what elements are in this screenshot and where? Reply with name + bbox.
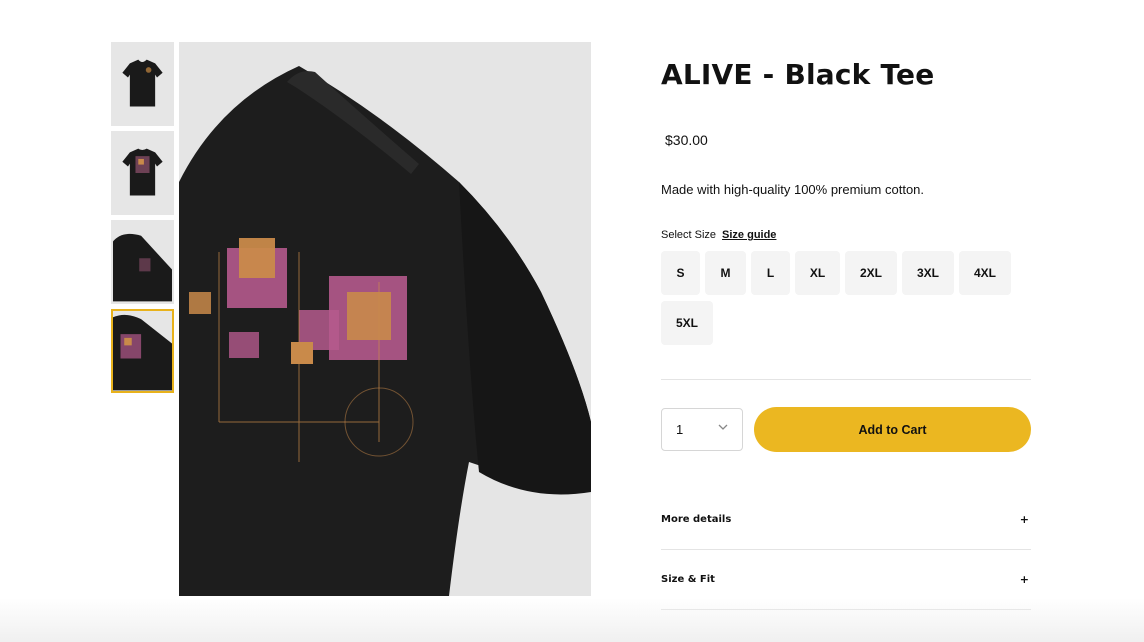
accordion-size-fit[interactable]: Size & Fit + <box>661 573 1031 586</box>
size-option-4xl[interactable]: 4XL <box>959 251 1011 295</box>
size-option-2xl[interactable]: 2XL <box>845 251 897 295</box>
size-option-m[interactable]: M <box>705 251 746 295</box>
tshirt-back-image <box>122 148 163 196</box>
plus-icon: + <box>1019 573 1029 586</box>
size-option-3xl[interactable]: 3XL <box>902 251 954 295</box>
size-guide-link[interactable]: Size guide <box>722 229 776 241</box>
size-option-l[interactable]: L <box>751 251 790 295</box>
thumbnail-back[interactable] <box>111 131 174 215</box>
product-description: Made with high-quality 100% premium cott… <box>661 182 925 197</box>
add-to-cart-button[interactable]: Add to Cart <box>754 407 1031 452</box>
divider <box>661 379 1031 380</box>
chevron-down-icon <box>718 422 728 435</box>
main-product-image <box>179 42 591 596</box>
size-header: Select Size Size guide <box>661 229 776 241</box>
product-price: $30.00 <box>665 132 708 148</box>
thumbnail-detail-selected[interactable] <box>111 309 174 393</box>
size-option-s[interactable]: S <box>661 251 700 295</box>
product-info: ALIVE - Black Tee $30.00 Made with high-… <box>661 58 1031 345</box>
bottom-fade <box>0 598 1144 642</box>
tshirt-front-image <box>122 59 163 107</box>
product-title: ALIVE - Black Tee <box>661 58 935 91</box>
quantity-value: 1 <box>676 422 684 437</box>
divider <box>661 549 1031 550</box>
quantity-select[interactable]: 1 <box>661 408 743 451</box>
tshirt-side-image <box>113 233 172 302</box>
size-option-5xl[interactable]: 5XL <box>661 301 713 345</box>
accordion-more-details[interactable]: More details + <box>661 513 1031 526</box>
thumbnail-side[interactable] <box>111 220 174 304</box>
size-option-xl[interactable]: XL <box>795 251 840 295</box>
accordion-label: More details <box>661 514 732 525</box>
accordion-label: Size & Fit <box>661 574 715 585</box>
thumbnail-strip <box>111 42 174 398</box>
tshirt-detail-image <box>113 314 172 391</box>
thumbnail-front[interactable] <box>111 42 174 126</box>
tshirt-graphic-image <box>179 42 591 596</box>
select-size-label: Select Size <box>661 229 717 241</box>
plus-icon: + <box>1019 513 1029 526</box>
